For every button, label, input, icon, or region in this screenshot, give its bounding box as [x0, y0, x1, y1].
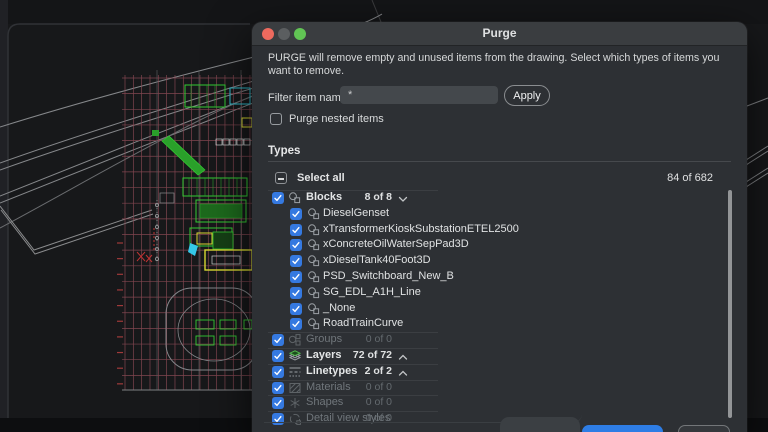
tree-row-label: Layers: [306, 348, 342, 361]
select-all-row[interactable]: Select all 84 of 682: [252, 170, 747, 186]
checkbox[interactable]: [272, 381, 284, 394]
tree-row-xdieseltank40foot3d[interactable]: xDieselTank40Foot3D: [252, 253, 747, 269]
block-icon: [307, 223, 321, 237]
tree-row-label: _None: [323, 301, 356, 314]
scrollbar[interactable]: [728, 190, 732, 418]
types-divider: [268, 161, 731, 162]
dialog-titlebar[interactable]: Purge: [252, 22, 747, 46]
checkbox[interactable]: [290, 207, 302, 220]
checkbox[interactable]: [290, 223, 302, 236]
purge-dialog: Purge PURGE will remove empty and unused…: [252, 22, 747, 432]
tree-row-label: RoadTrainCurve: [323, 317, 404, 330]
tree-row-shapes[interactable]: Shapes 0 of 0: [252, 395, 747, 411]
zoom-button[interactable]: [294, 28, 306, 40]
chevron-up-icon[interactable]: [398, 352, 408, 360]
tree-row-dieselgenset[interactable]: DieselGenset: [252, 206, 747, 222]
checkbox[interactable]: [290, 270, 302, 283]
checkbox[interactable]: [272, 365, 284, 378]
tree-row-label: DieselGenset: [323, 206, 390, 219]
linetype-icon: [288, 365, 302, 379]
tree-row-count: 2 of 2: [364, 364, 392, 377]
block-icon: [307, 270, 321, 284]
minimize-button: [278, 28, 290, 40]
tree-row-count: 0 of 0: [365, 333, 392, 346]
tree-row-sg-edl-a1h-line[interactable]: SG_EDL_A1H_Line: [252, 285, 747, 301]
purge-nested-checkbox[interactable]: [270, 113, 282, 125]
types-tree: Blocks 8 of 8 DieselGenset xTransformerKios…: [252, 190, 747, 427]
tree-row-label: SG_EDL_A1H_Line: [323, 285, 421, 298]
shape-icon: [288, 396, 302, 410]
bottom-left-control[interactable]: [500, 417, 580, 432]
tree-row-label: xConcreteOilWaterSepPad3D: [323, 238, 469, 251]
chevron-down-icon[interactable]: [398, 194, 408, 202]
tree-row-label: Shapes: [306, 396, 344, 409]
tree-row-label: xDieselTank40Foot3D: [323, 254, 431, 267]
tree-row-count: 72 of 72: [352, 348, 392, 361]
total-count: 84 of 682: [667, 172, 713, 184]
tree-row--none[interactable]: _None: [252, 301, 747, 317]
tree-row-label: Groups: [306, 333, 343, 346]
layers-icon: [288, 349, 302, 363]
checkbox[interactable]: [290, 255, 302, 268]
tree-row-linetypes[interactable]: Linetypes 2 of 2: [252, 363, 747, 380]
chevron-up-icon[interactable]: [398, 368, 408, 376]
block-icon: [307, 238, 321, 252]
block-icon: [307, 302, 321, 316]
select-all-checkbox[interactable]: [275, 172, 287, 184]
checkbox[interactable]: [290, 239, 302, 252]
dialog-description: PURGE will remove empty and unused items…: [268, 52, 720, 77]
primary-button[interactable]: [582, 425, 663, 432]
tree-row-groups[interactable]: Groups 0 of 0: [252, 332, 747, 348]
apply-button[interactable]: Apply: [504, 85, 550, 106]
tree-row-psd-switchboard-new-b[interactable]: PSD_Switchboard_New_B: [252, 269, 747, 285]
block-icon: [288, 191, 302, 205]
checkbox[interactable]: [272, 397, 284, 410]
purge-nested-label: Purge nested items: [289, 113, 384, 125]
select-all-label: Select all: [297, 172, 345, 184]
tree-row-label: xTransformerKioskSubstationETEL2500: [323, 222, 519, 235]
material-icon: [288, 381, 302, 395]
tree-row-label: Blocks: [306, 191, 343, 203]
checkbox[interactable]: [290, 318, 302, 331]
dialog-title: Purge: [482, 26, 517, 40]
tree-row-count: 0 of 0: [365, 380, 392, 393]
block-icon: [307, 207, 321, 221]
tree-row-count: 0 of 0: [365, 396, 392, 409]
filter-input[interactable]: [340, 86, 498, 104]
tree-row-roadtraincurve[interactable]: RoadTrainCurve: [252, 316, 747, 332]
tree-row-label: PSD_Switchboard_New_B: [323, 269, 454, 282]
block-icon: [307, 317, 321, 331]
close-button[interactable]: [262, 28, 274, 40]
tree-row-layers[interactable]: Layers 72 of 72: [252, 347, 747, 364]
types-heading: Types: [268, 145, 301, 157]
checkbox[interactable]: [290, 286, 302, 299]
block-icon: [307, 286, 321, 300]
tree-row-blocks[interactable]: Blocks 8 of 8: [252, 190, 747, 206]
tree-row-materials[interactable]: Materials 0 of 0: [252, 379, 747, 396]
block-icon: [307, 254, 321, 268]
tree-row-xtransformerkiosksubstationetel2500[interactable]: xTransformerKioskSubstationETEL2500: [252, 222, 747, 238]
checkbox[interactable]: [272, 192, 284, 204]
checkbox[interactable]: [272, 349, 284, 362]
checkbox[interactable]: [272, 334, 284, 347]
tree-row-count: 8 of 8: [364, 191, 392, 203]
checkbox[interactable]: [290, 302, 302, 315]
tree-row-xconcreteoilwaterseppad3d[interactable]: xConcreteOilWaterSepPad3D: [252, 237, 747, 253]
secondary-button[interactable]: [678, 425, 730, 432]
group-icon: [288, 333, 302, 347]
